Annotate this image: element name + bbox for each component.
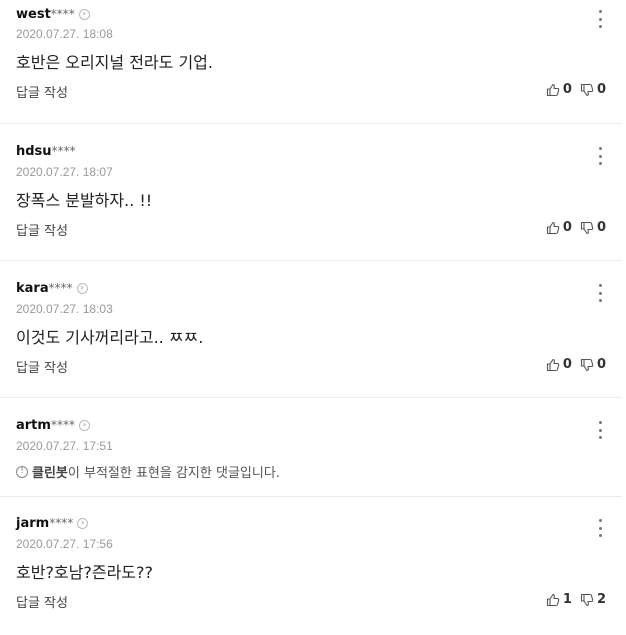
comment-date: 2020.07.27. 17:51 (16, 439, 113, 453)
thumbs-down-icon (580, 83, 594, 96)
reply-button[interactable]: 답글 작성 (16, 82, 68, 101)
dislike-button[interactable]: 0 (580, 357, 606, 372)
comment-header: jarm**** › (16, 514, 89, 532)
username-text: hdsu (16, 143, 52, 159)
vote-group: 0 0 (546, 357, 606, 372)
thumbs-down-icon (580, 593, 594, 606)
comment-header: artm**** › (16, 416, 90, 434)
cleanbot-message: 이 부적절한 표현을 감지한 댓글입니다. (67, 466, 280, 481)
dislike-button[interactable]: 2 (580, 592, 606, 607)
thumbs-up-icon (546, 221, 560, 234)
username-mask: **** (48, 280, 73, 295)
username[interactable]: kara**** (16, 281, 73, 296)
username-mask: **** (51, 143, 76, 158)
thumbs-down-icon (580, 221, 594, 234)
chevron-right-circle-icon[interactable]: › (76, 282, 88, 294)
comment-header: hdsu**** (16, 142, 76, 160)
comment-item-filtered: artm**** › 2020.07.27. 17:51 ! 클린봇 이 부적절한… (0, 398, 622, 497)
dislike-count: 0 (596, 357, 606, 372)
comment-text: 호반?호남?즌라도?? (16, 563, 154, 582)
comment-date: 2020.07.27. 18:03 (16, 302, 113, 316)
dislike-count: 0 (596, 82, 606, 97)
dislike-button[interactable]: 0 (580, 220, 606, 235)
comment-text: 장폭스 분발하자.. !! (16, 191, 153, 210)
comment-text: 이것도 기사꺼리라고.. ㅉㅉ. (16, 328, 204, 347)
username-text: artm (16, 417, 51, 433)
comment-item: west**** › 2020.07.27. 18:08 호반은 오리지널 전라… (0, 0, 622, 124)
like-count: 0 (562, 82, 572, 97)
cleanbot-brand: 클린봇 (32, 466, 68, 481)
chevron-right-circle-icon[interactable]: › (78, 8, 90, 20)
comment-date: 2020.07.27. 18:08 (16, 27, 113, 41)
username[interactable]: jarm**** (16, 516, 73, 531)
thumbs-up-icon (546, 593, 560, 606)
comment-header: west**** › (16, 5, 90, 23)
like-button[interactable]: 1 (546, 592, 572, 607)
username-mask: **** (50, 6, 75, 21)
username[interactable]: west**** (16, 7, 75, 22)
vote-group: 1 2 (546, 592, 606, 607)
username[interactable]: hdsu**** (16, 144, 76, 159)
like-button[interactable]: 0 (546, 357, 572, 372)
comment-date: 2020.07.27. 18:07 (16, 165, 113, 179)
thumbs-up-icon (546, 358, 560, 371)
more-options-icon[interactable] (596, 10, 604, 28)
username-mask: **** (50, 417, 75, 432)
like-count: 0 (562, 220, 572, 235)
username[interactable]: artm**** (16, 418, 75, 433)
comment-text: 호반은 오리지널 전라도 기업. (16, 53, 213, 72)
chevron-right-circle-icon[interactable]: › (77, 517, 89, 529)
username-text: kara (16, 280, 49, 296)
vote-group: 0 0 (546, 82, 606, 97)
dislike-button[interactable]: 0 (580, 82, 606, 97)
cleanbot-notice: ! 클린봇 이 부적절한 표현을 감지한 댓글입니다. (16, 462, 280, 481)
thumbs-down-icon (580, 358, 594, 371)
username-text: west (16, 6, 51, 22)
username-mask: **** (49, 515, 74, 530)
more-options-icon[interactable] (596, 421, 604, 439)
username-text: jarm (16, 515, 50, 531)
more-options-icon[interactable] (596, 147, 604, 165)
reply-button[interactable]: 답글 작성 (16, 357, 68, 376)
comment-item: hdsu**** 2020.07.27. 18:07 장폭스 분발하자.. !!… (0, 124, 622, 261)
like-count: 1 (562, 592, 572, 607)
comment-item: kara**** › 2020.07.27. 18:03 이것도 기사꺼리라고.… (0, 261, 622, 398)
dislike-count: 0 (596, 220, 606, 235)
exclamation-circle-icon: ! (16, 465, 28, 478)
dislike-count: 2 (596, 592, 606, 607)
thumbs-up-icon (546, 83, 560, 96)
reply-button[interactable]: 답글 작성 (16, 220, 68, 239)
reply-button[interactable]: 답글 작성 (16, 592, 68, 611)
more-options-icon[interactable] (596, 519, 604, 537)
like-button[interactable]: 0 (546, 220, 572, 235)
more-options-icon[interactable] (596, 284, 604, 302)
like-button[interactable]: 0 (546, 82, 572, 97)
comment-date: 2020.07.27. 17:56 (16, 537, 113, 551)
like-count: 0 (562, 357, 572, 372)
vote-group: 0 0 (546, 220, 606, 235)
chevron-right-circle-icon[interactable]: › (78, 419, 90, 431)
comment-item: jarm**** › 2020.07.27. 17:56 호반?호남?즌라도??… (0, 497, 622, 635)
comment-header: kara**** › (16, 279, 88, 297)
